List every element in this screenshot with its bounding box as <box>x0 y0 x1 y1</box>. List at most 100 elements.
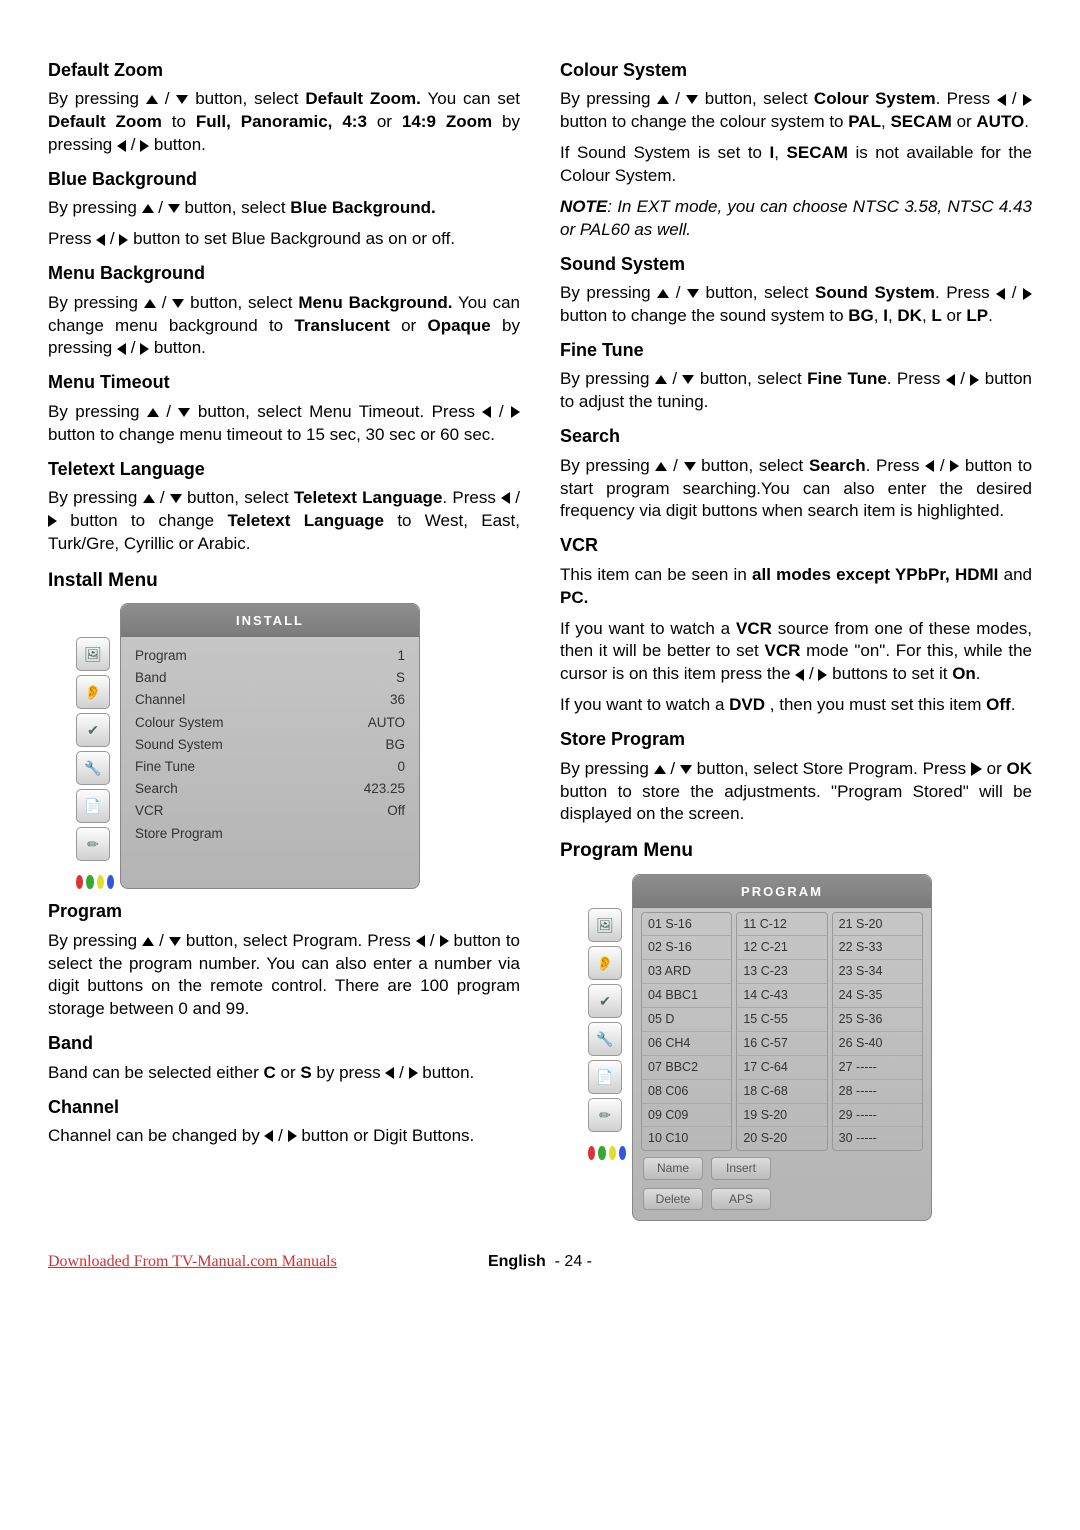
program-list-item[interactable]: 01 S-16 <box>642 913 731 937</box>
color-button-red[interactable] <box>76 875 83 889</box>
program-list-item[interactable]: 05 D <box>642 1008 731 1032</box>
install-menu-row[interactable]: Sound SystemBG <box>135 734 405 756</box>
install-menu-title: INSTALL <box>121 604 419 637</box>
section-heading: Blue Background <box>48 167 520 191</box>
program-menu-name-button[interactable]: Name <box>643 1157 703 1179</box>
program-list-item[interactable]: 02 S-16 <box>642 936 731 960</box>
menu-category-icon[interactable]: 👂 <box>588 946 622 980</box>
right-arrow-icon <box>140 140 149 152</box>
menu-category-icon[interactable]: 🔧 <box>588 1022 622 1056</box>
up-arrow-icon <box>655 375 667 384</box>
program-list-item[interactable]: 08 C06 <box>642 1080 731 1104</box>
program-menu-heading: Program Menu <box>560 838 1032 864</box>
menu-category-icon[interactable]: 🖼 <box>76 637 110 671</box>
program-list-item[interactable]: 07 BBC2 <box>642 1056 731 1080</box>
down-arrow-icon <box>169 937 181 946</box>
install-menu-row[interactable]: Colour SystemAUTO <box>135 712 405 734</box>
program-list-item[interactable]: 12 C-21 <box>737 936 826 960</box>
color-button-red[interactable] <box>588 1146 595 1160</box>
body-paragraph: Channel can be changed by / button or Di… <box>48 1125 520 1148</box>
program-list-item[interactable]: 23 S-34 <box>833 960 922 984</box>
down-arrow-icon <box>168 204 180 213</box>
section-heading: Channel <box>48 1095 520 1119</box>
program-list-item[interactable]: 28 ----- <box>833 1080 922 1104</box>
menu-category-icon[interactable]: ✔ <box>76 713 110 747</box>
install-menu-row[interactable]: Store Program <box>135 823 405 845</box>
left-arrow-icon <box>96 234 105 246</box>
program-list-item[interactable]: 15 C-55 <box>737 1008 826 1032</box>
program-menu-insert-button[interactable]: Insert <box>711 1157 771 1179</box>
down-arrow-icon <box>686 95 698 104</box>
program-list-item[interactable]: 09 C09 <box>642 1104 731 1128</box>
install-menu-row[interactable]: BandS <box>135 667 405 689</box>
right-arrow-icon <box>950 460 959 472</box>
body-paragraph: By pressing / button, select Default Zoo… <box>48 88 520 157</box>
right-arrow-icon <box>409 1067 418 1079</box>
download-source-link[interactable]: Downloaded From TV-Manual.com Manuals <box>48 1251 337 1273</box>
left-arrow-icon <box>997 94 1006 106</box>
section-heading: Default Zoom <box>48 58 520 82</box>
program-list-item[interactable]: 16 C-57 <box>737 1032 826 1056</box>
program-menu-aps-button[interactable]: APS <box>711 1188 771 1210</box>
program-list-item[interactable]: 14 C-43 <box>737 984 826 1008</box>
program-menu-title: PROGRAM <box>633 875 931 908</box>
right-arrow-icon <box>119 234 128 246</box>
left-arrow-icon <box>795 669 804 681</box>
down-arrow-icon <box>682 375 694 384</box>
program-list-item[interactable]: 30 ----- <box>833 1127 922 1150</box>
program-list-item[interactable]: 18 C-68 <box>737 1080 826 1104</box>
program-list-item[interactable]: 06 CH4 <box>642 1032 731 1056</box>
install-menu-heading: Install Menu <box>48 568 520 594</box>
menu-category-icon[interactable]: ✔ <box>588 984 622 1018</box>
program-list-item[interactable]: 20 S-20 <box>737 1127 826 1150</box>
down-arrow-icon <box>684 462 696 471</box>
menu-category-icon[interactable]: ✏ <box>76 827 110 861</box>
program-list-item[interactable]: 10 C10 <box>642 1127 731 1150</box>
install-menu-row[interactable]: Search423.25 <box>135 778 405 800</box>
program-list-item[interactable]: 26 S-40 <box>833 1032 922 1056</box>
left-arrow-icon <box>117 140 126 152</box>
menu-category-icon[interactable]: 👂 <box>76 675 110 709</box>
menu-category-icon[interactable]: 🖼 <box>588 908 622 942</box>
color-button-yel[interactable] <box>609 1146 616 1160</box>
menu-category-icon[interactable]: ✏ <box>588 1098 622 1132</box>
color-button-blue[interactable] <box>107 875 114 889</box>
program-list-item[interactable]: 17 C-64 <box>737 1056 826 1080</box>
install-menu-row[interactable]: Fine Tune0 <box>135 756 405 778</box>
body-paragraph: If you want to watch a DVD , then you mu… <box>560 694 1032 717</box>
color-button-yel[interactable] <box>97 875 104 889</box>
program-list-item[interactable]: 11 C-12 <box>737 913 826 937</box>
section-heading: Fine Tune <box>560 338 1032 362</box>
color-button-green[interactable] <box>86 875 93 889</box>
program-list-item[interactable]: 03 ARD <box>642 960 731 984</box>
body-paragraph: If Sound System is set to I, SECAM is no… <box>560 142 1032 188</box>
color-button-green[interactable] <box>598 1146 605 1160</box>
right-arrow-icon <box>440 935 449 947</box>
section-heading: Menu Timeout <box>48 370 520 394</box>
install-menu-row[interactable]: VCROff <box>135 800 405 822</box>
menu-category-icon[interactable]: 📄 <box>588 1060 622 1094</box>
body-paragraph: By pressing / button, select Program. Pr… <box>48 930 520 1022</box>
menu-category-icon[interactable]: 🔧 <box>76 751 110 785</box>
program-menu-delete-button[interactable]: Delete <box>643 1188 703 1210</box>
color-button-blue[interactable] <box>619 1146 626 1160</box>
up-arrow-icon <box>657 95 669 104</box>
body-paragraph: By pressing / button, select Store Progr… <box>560 758 1032 827</box>
program-list-item[interactable]: 22 S-33 <box>833 936 922 960</box>
section-heading: Store Program <box>560 727 1032 751</box>
left-arrow-icon <box>996 288 1005 300</box>
program-list-item[interactable]: 19 S-20 <box>737 1104 826 1128</box>
program-list-item[interactable]: 21 S-20 <box>833 913 922 937</box>
program-list-item[interactable]: 24 S-35 <box>833 984 922 1008</box>
section-heading: VCR <box>560 533 1032 557</box>
program-list-item[interactable]: 04 BBC1 <box>642 984 731 1008</box>
right-arrow-icon <box>511 406 520 418</box>
menu-category-icon[interactable]: 📄 <box>76 789 110 823</box>
program-list-item[interactable]: 29 ----- <box>833 1104 922 1128</box>
install-menu-row[interactable]: Program1 <box>135 645 405 667</box>
program-list-item[interactable]: 13 C-23 <box>737 960 826 984</box>
body-paragraph: By pressing / button, select Search. Pre… <box>560 455 1032 524</box>
install-menu-row[interactable]: Channel36 <box>135 689 405 711</box>
program-list-item[interactable]: 27 ----- <box>833 1056 922 1080</box>
program-list-item[interactable]: 25 S-36 <box>833 1008 922 1032</box>
